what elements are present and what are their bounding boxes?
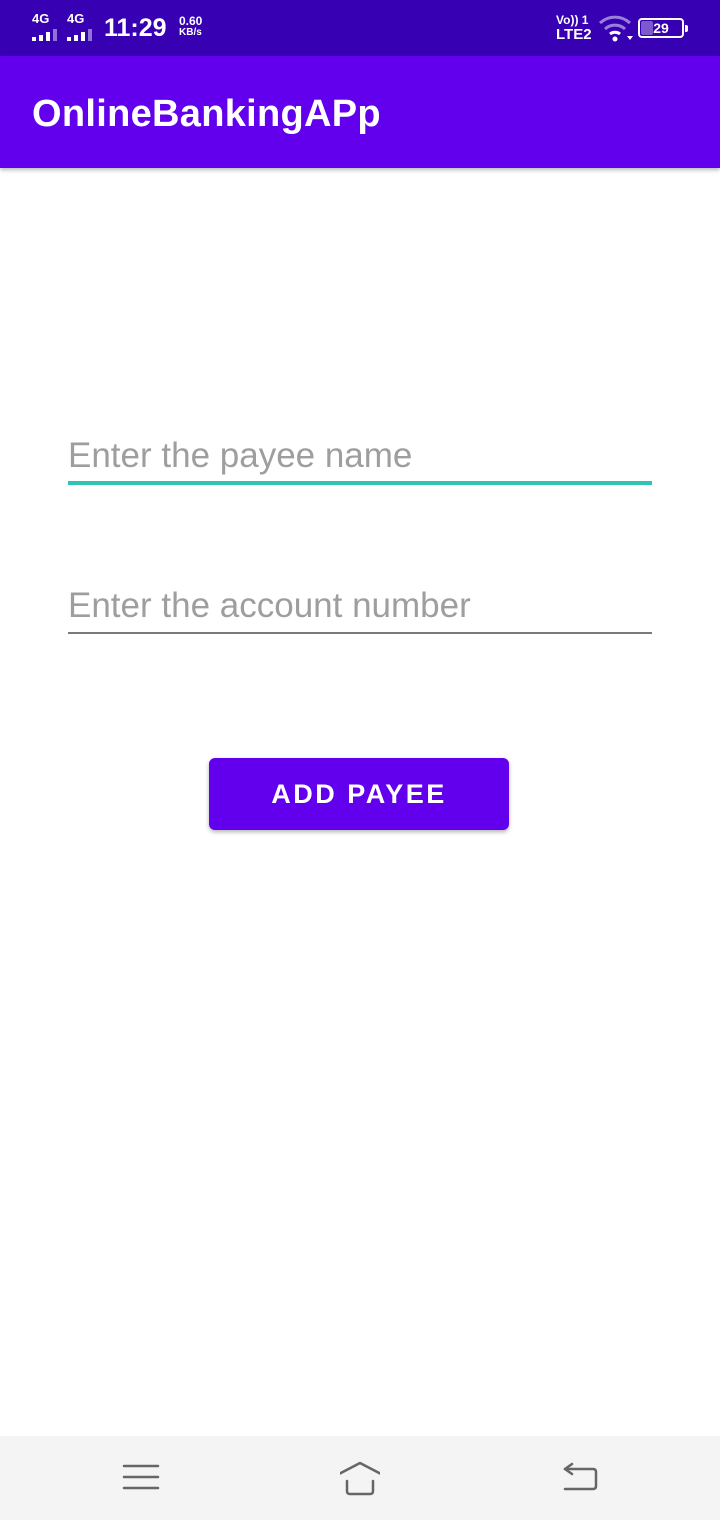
home-icon[interactable] <box>335 1458 385 1498</box>
menu-icon[interactable] <box>121 1458 161 1498</box>
add-payee-button[interactable]: ADD PAYEE <box>209 758 509 830</box>
navigation-bar <box>0 1436 720 1520</box>
sim1-signal-icon: 4G <box>32 12 62 42</box>
network-speed: 0.60 KB/s <box>179 15 202 39</box>
payee-name-input[interactable] <box>68 430 652 482</box>
account-number-field[interactable] <box>68 580 652 640</box>
account-number-input[interactable] <box>68 580 652 632</box>
add-payee-screen: 4G 4G 11:29 0.60 KB/s Vo)) 1 LTE2 29 Onl… <box>0 0 720 1520</box>
volte-indicator: Vo)) 1 LTE2 <box>556 13 592 43</box>
app-title: OnlineBankingAPp <box>32 93 381 135</box>
volte-label: Vo)) 1 <box>556 13 589 27</box>
sim1-network-label: 4G <box>32 11 50 26</box>
battery-icon: 29 <box>638 18 688 38</box>
network-speed-value: 0.60 <box>179 14 203 28</box>
account-number-underline <box>68 632 652 634</box>
payee-name-field[interactable] <box>68 430 652 490</box>
wifi-icon <box>597 14 635 44</box>
status-time: 11:29 <box>104 14 167 42</box>
back-icon[interactable] <box>560 1458 600 1498</box>
app-bar: OnlineBankingAPp <box>0 56 720 168</box>
lte-label: LTE2 <box>556 26 592 43</box>
sim2-network-label: 4G <box>67 11 85 26</box>
status-bar: 4G 4G 11:29 0.60 KB/s Vo)) 1 LTE2 29 <box>0 0 720 56</box>
sim2-signal-icon: 4G <box>67 12 97 42</box>
network-speed-unit: KB/s <box>179 27 202 38</box>
battery-level: 29 <box>653 20 669 36</box>
payee-name-underline <box>68 481 652 485</box>
